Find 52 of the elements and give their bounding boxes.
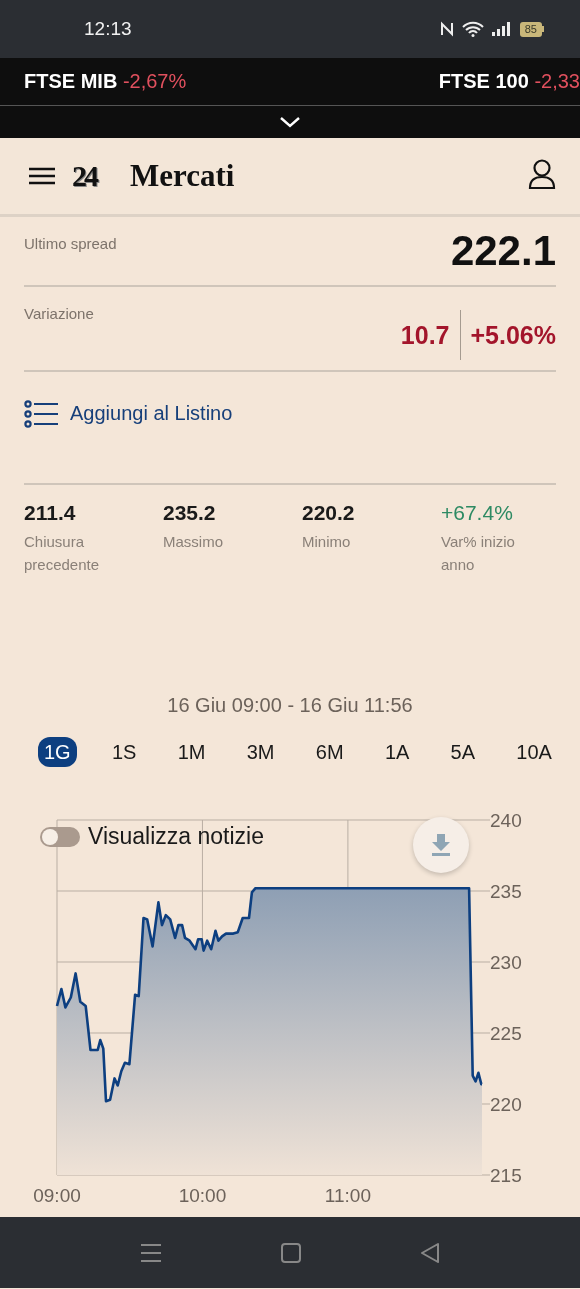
stat-label: Minimo: [302, 532, 352, 552]
spread-value: 222.1: [450, 227, 556, 276]
date-range: 16 Giu 09:00 - 16 Giu 11:56: [166, 693, 414, 718]
stat-value: 235.2: [163, 501, 217, 525]
y-axis-label: 225: [490, 1023, 522, 1044]
logo[interactable]: 24: [72, 159, 96, 193]
variation-points: 10.7: [400, 320, 450, 350]
spread-label: Ultimo spread: [24, 235, 117, 254]
y-axis-label: 220: [490, 1094, 522, 1115]
menu-icon[interactable]: [28, 166, 56, 186]
range-tab[interactable]: 1A: [378, 737, 416, 767]
x-axis-label: 11:00: [324, 1185, 371, 1206]
page-title: Mercati: [130, 158, 235, 194]
stat-label: Massimo: [163, 532, 224, 552]
signal-icon: [491, 22, 512, 36]
back-icon[interactable]: [420, 1241, 441, 1264]
stat-label: Chiusura precedente: [24, 532, 101, 575]
toggle-label: Visualizza notizie: [88, 823, 264, 850]
ticker-item[interactable]: FTSE 100 -2,33: [438, 70, 580, 93]
add-to-watchlist-link[interactable]: Aggiungi al Listino: [70, 402, 233, 425]
range-tab[interactable]: 6M: [309, 737, 350, 767]
list-icon[interactable]: [24, 399, 60, 428]
range-tab[interactable]: 3M: [240, 737, 281, 767]
download-button[interactable]: [413, 817, 469, 873]
recent-apps-icon[interactable]: [139, 1242, 162, 1263]
y-axis-label: 215: [490, 1165, 522, 1186]
wifi-icon: [461, 21, 484, 37]
ticker-item[interactable]: FTSE MIB -2,67%: [24, 70, 187, 93]
clock-time: 12:13: [84, 18, 132, 40]
y-axis-label: 230: [490, 952, 522, 973]
range-tab[interactable]: 1M: [171, 737, 212, 767]
chevron-down-icon[interactable]: [279, 116, 301, 128]
toggle-switch[interactable]: [40, 826, 80, 847]
range-tab[interactable]: 1S: [105, 737, 143, 767]
x-axis-label: 09:00: [33, 1185, 81, 1206]
variation-label: Variazione: [24, 305, 94, 324]
stat-value: 220.2: [302, 501, 356, 525]
stat-value: +67.4%: [441, 501, 514, 525]
user-icon[interactable]: [528, 159, 556, 189]
home-icon[interactable]: [281, 1242, 301, 1263]
stat-label: Var% inizio anno: [441, 532, 516, 575]
nfc-icon: [439, 21, 454, 37]
range-tab[interactable]: 5A: [444, 737, 482, 767]
variation-percent: +5.06%: [470, 320, 556, 350]
range-tab[interactable]: 1G: [38, 737, 77, 767]
battery-icon: 85: [519, 21, 544, 37]
stat-value: 211.4: [24, 501, 77, 525]
range-tab[interactable]: 10A: [510, 737, 558, 767]
download-icon: [431, 834, 451, 856]
y-axis-label: 235: [490, 881, 522, 902]
x-axis-label: 10:00: [178, 1185, 227, 1206]
y-axis-label: 240: [490, 810, 522, 831]
